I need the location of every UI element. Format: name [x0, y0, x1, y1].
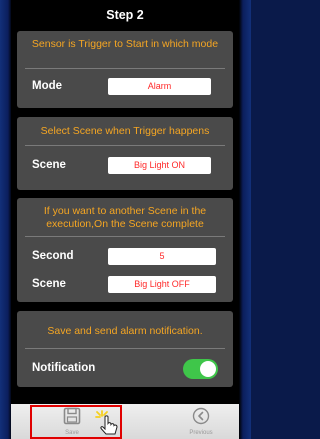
previous-label: Previous: [189, 430, 213, 436]
scene-label: Scene: [32, 159, 66, 171]
second-label: Second: [32, 250, 74, 262]
trigger-mode-card: Sensor is Trigger to Start in which mode…: [17, 31, 233, 108]
notification-toggle[interactable]: [183, 359, 218, 379]
scene-select[interactable]: Big Light ON: [108, 157, 211, 174]
divider: [25, 145, 225, 146]
chevron-left-circle-icon: [192, 407, 210, 425]
mode-label: Mode: [32, 80, 63, 92]
page-title: Step 2: [106, 8, 144, 22]
notification-label: Notification: [32, 362, 96, 374]
divider: [25, 348, 225, 349]
app-screen: Step 2 Sensor is Trigger to Start in whi…: [11, 0, 239, 439]
divider: [25, 68, 225, 69]
notification-card: Save and send alarm notification. Notifi…: [17, 311, 233, 387]
mode-select[interactable]: Alarm: [108, 78, 211, 95]
toggle-knob: [200, 361, 216, 377]
notification-heading: Save and send alarm notification.: [47, 325, 203, 337]
scene-complete-card: If you want to another Scene in the exec…: [17, 198, 233, 302]
second-input[interactable]: 5: [108, 248, 216, 265]
previous-button[interactable]: Previous: [184, 406, 218, 438]
scene-trigger-card: Select Scene when Trigger happens Scene …: [17, 117, 233, 190]
save-highlight-box: [30, 405, 122, 439]
scene-complete-select[interactable]: Big Light OFF: [108, 276, 216, 293]
scene-trigger-heading: Select Scene when Trigger happens: [40, 125, 210, 137]
divider: [25, 236, 225, 237]
scene-complete-heading: If you want to another Scene in the exec…: [43, 205, 207, 230]
trigger-mode-heading: Sensor is Trigger to Start in which mode: [31, 38, 219, 50]
scene-complete-label: Scene: [32, 278, 66, 290]
